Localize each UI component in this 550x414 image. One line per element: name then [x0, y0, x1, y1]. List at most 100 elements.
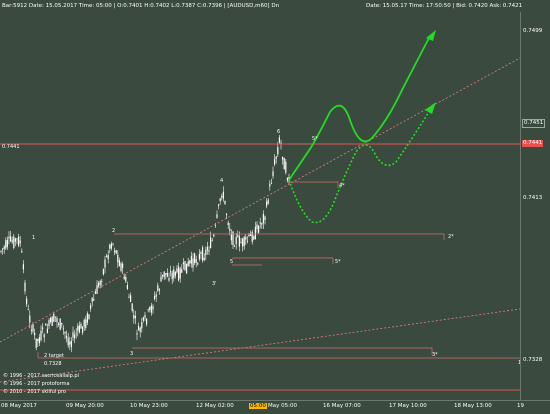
header-bar-info: Bar:5912 Date: 15.05.2017 Time: 05:00 | … [2, 3, 280, 9]
candle-body [253, 236, 255, 240]
wave-label-3: 3 [130, 351, 133, 357]
candle-body [176, 268, 178, 273]
price-label-0: 0.7499 [523, 28, 543, 34]
candle-body [34, 332, 36, 336]
forecast-alt-path[interactable] [288, 109, 431, 224]
candle-body [165, 273, 167, 275]
candle-body [219, 198, 221, 201]
candle-body [59, 318, 61, 330]
wave-label-4: 4 [220, 178, 223, 184]
target-line-4[interactable] [288, 181, 339, 188]
candle-body [106, 255, 108, 257]
candle-body [16, 238, 18, 240]
candle-body [150, 305, 152, 313]
candle-body [138, 326, 140, 331]
forecast-primary-path[interactable] [288, 35, 431, 181]
candle-body [80, 324, 82, 329]
candle-body [26, 298, 28, 305]
candle-body [109, 244, 111, 249]
candle-body [10, 236, 12, 242]
candle-body [133, 315, 135, 319]
candle-body [18, 236, 20, 246]
candle-body [126, 284, 128, 289]
candle-body [251, 231, 253, 243]
header-time-bid-ask: Date: 15.05.17 Time: 17:50:50 | Bid: 0.7… [366, 3, 523, 9]
wave-label-3star: 3* [432, 352, 438, 358]
candle-body [48, 319, 50, 327]
candle-body [99, 281, 101, 285]
upper-trendline[interactable] [0, 57, 520, 343]
time-label-9: 19 [517, 403, 524, 409]
candle-body [250, 234, 252, 236]
target-lines [37, 143, 520, 359]
wave-label-5star: 5* [335, 259, 341, 265]
candle-body [56, 318, 58, 323]
candle-body [181, 269, 183, 273]
candle-body [189, 260, 191, 264]
candle-body [264, 216, 266, 221]
candle-body [75, 333, 77, 335]
wave-label-4star: 4* [339, 183, 345, 189]
candle-body [22, 264, 24, 270]
price-label-4: 0.7328 [523, 357, 543, 363]
candle-body [226, 213, 228, 215]
candle-body [123, 276, 125, 280]
candle-body [136, 333, 138, 335]
candle-body [72, 332, 74, 338]
candle-body [158, 289, 160, 291]
candle-body [94, 291, 96, 294]
lower-trendline[interactable] [0, 308, 520, 383]
candle-body [30, 329, 32, 331]
candle-body [54, 316, 56, 318]
candle-body [243, 236, 245, 247]
candle-body [85, 319, 87, 328]
candle-body [266, 201, 268, 207]
target-line-3[interactable] [132, 347, 433, 355]
candle-body [69, 341, 71, 345]
candle-body [210, 237, 212, 248]
candle-body [206, 246, 208, 251]
candle-body [229, 228, 231, 231]
price-chart[interactable]: 1 2 3 4 5 6 3' 2* 3* 4* 5* 5* 1* 2 targe… [0, 12, 520, 402]
price-axis[interactable] [520, 12, 550, 402]
candle-body [24, 282, 26, 292]
candle-body [32, 324, 34, 332]
trading-chart-window: Bar:5912 Date: 15.05.2017 Time: 05:00 | … [0, 0, 550, 414]
wave-label-1: 1 [32, 235, 35, 241]
candle-body [286, 177, 288, 181]
candle-body [93, 299, 95, 301]
candle-body [157, 285, 159, 291]
candle-body [200, 252, 202, 255]
candle-body [166, 273, 168, 277]
candle-body [120, 263, 122, 271]
candle-body [62, 328, 64, 330]
candle-body [242, 238, 244, 247]
candle-body [237, 235, 239, 237]
candle-body [42, 327, 44, 330]
candle-body [35, 338, 37, 349]
candle-body [154, 296, 156, 300]
time-label-current: 05:00 [249, 403, 267, 409]
time-label-0: 08 May 2017 [1, 403, 37, 409]
candle-body [122, 263, 124, 268]
target-line-2[interactable] [114, 233, 445, 240]
candle-body [190, 255, 192, 264]
wave-label-3prime: 3' [212, 281, 217, 287]
target-line-5a[interactable] [232, 257, 334, 264]
wave-label-5star-top: 5* [312, 136, 318, 142]
candle-body [144, 314, 146, 318]
candle-body [101, 281, 103, 282]
candle-body [222, 191, 224, 199]
candle-body [78, 325, 80, 333]
candle-body [53, 314, 55, 322]
candle-body [58, 323, 60, 325]
candle-body [131, 303, 133, 311]
candle-body [19, 240, 21, 244]
candle-body [261, 223, 263, 225]
target-label: 2 target [44, 353, 64, 359]
candle-body [221, 195, 223, 198]
candle-body [211, 240, 213, 242]
candle-body [107, 254, 109, 260]
candle-body [46, 328, 48, 333]
candle-body [238, 236, 240, 247]
